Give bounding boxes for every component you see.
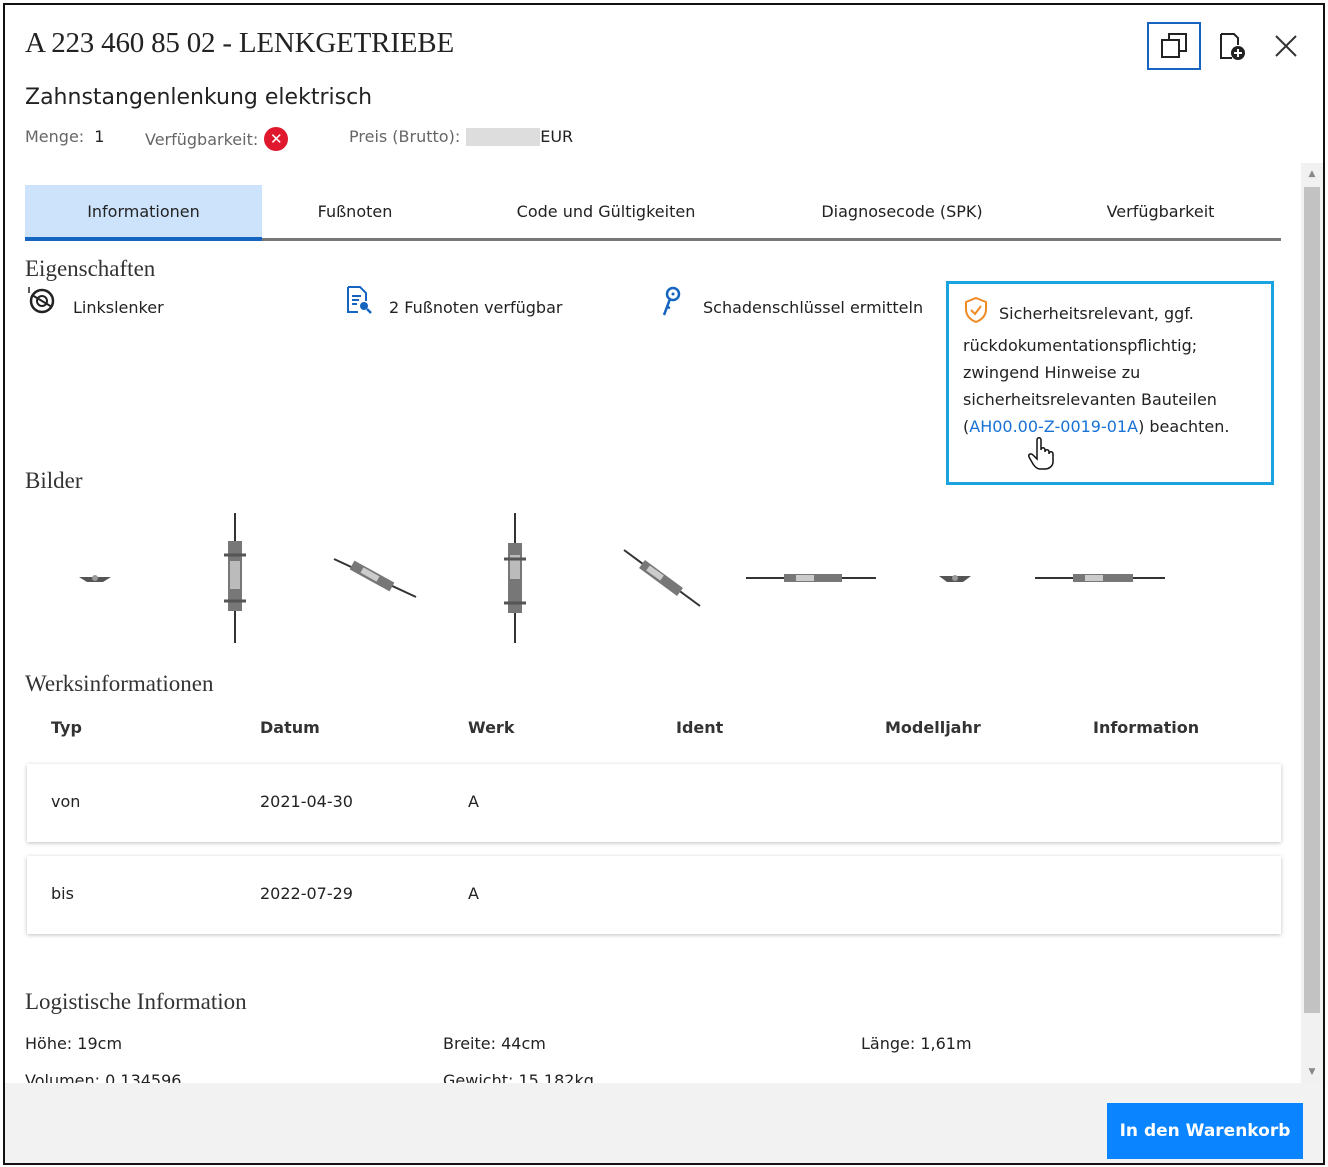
table-row: von 2021-04-30 A (27, 764, 1281, 842)
document-add-icon (1220, 33, 1245, 60)
cell-werk: A (468, 884, 479, 903)
works-table-header: Typ Datum Werk Ident Modelljahr Informat… (27, 718, 1281, 748)
tab-verfuegbarkeit[interactable]: Verfügbarkeit (1040, 185, 1281, 238)
column-header: Information (1093, 718, 1200, 737)
logistics-weight: Gewicht: 15.182kg (443, 1071, 594, 1083)
part-image-1[interactable] (25, 508, 165, 648)
tab-bar: Informationen Fußnoten Code und Gültigke… (25, 185, 1281, 241)
logistics-length: Länge: 1,61m (861, 1034, 972, 1053)
window-restore-button[interactable] (1147, 22, 1201, 70)
cell-datum: 2021-04-30 (260, 792, 353, 811)
part-image-6[interactable] (741, 508, 881, 648)
close-button[interactable] (1259, 22, 1313, 70)
part-image-4[interactable] (445, 508, 585, 648)
unavailable-icon: ✕ (264, 127, 289, 151)
cell-werk: A (468, 792, 479, 811)
dialog-content: Informationen Fußnoten Code und Gültigke… (5, 163, 1301, 1083)
quantity-value: 1 (94, 127, 105, 146)
price-label: Preis (Brutto): (349, 127, 461, 146)
image-gallery (25, 508, 1285, 648)
tab-code-gueltigkeiten[interactable]: Code und Gültigkeiten (448, 185, 764, 238)
safety-document-link[interactable]: AH00.00-Z-0019-01A (969, 417, 1138, 436)
cell-typ: von (51, 792, 81, 811)
tab-fussnoten[interactable]: Fußnoten (262, 185, 448, 238)
cell-typ: bis (51, 884, 74, 903)
works-table: Typ Datum Werk Ident Modelljahr Informat… (27, 718, 1281, 934)
add-to-document-button[interactable] (1205, 22, 1259, 70)
add-to-cart-button[interactable]: In den Warenkorb (1107, 1103, 1303, 1159)
safety-notice: Sicherheitsrelevant, ggf. rückdokumentat… (946, 281, 1274, 485)
logistics-volume: Volumen: 0.134596 (25, 1071, 182, 1083)
part-subtitle: Zahnstangenlenkung elektrisch (25, 85, 373, 110)
scrollbar-thumb[interactable] (1304, 187, 1320, 1013)
dialog-footer: In den Warenkorb (5, 1083, 1323, 1163)
scroll-up-icon[interactable]: ▲ (1301, 165, 1323, 183)
scroll-down-icon[interactable]: ▼ (1301, 1063, 1323, 1081)
logistics-height: Höhe: 19cm (25, 1034, 123, 1053)
column-header: Werk (468, 718, 515, 737)
dialog-title: A 223 460 85 02 - LENKGETRIEBE (25, 27, 454, 59)
column-header: Modelljahr (885, 718, 981, 737)
quantity-label: Menge: (25, 127, 85, 146)
properties-title: Eigenschaften (25, 256, 156, 281)
part-image-3[interactable] (305, 508, 445, 648)
part-image-8[interactable] (1025, 508, 1175, 648)
steering-wheel-icon (25, 285, 57, 317)
tab-informationen[interactable]: Informationen (25, 185, 262, 241)
property-damage-key[interactable]: Schadenschlüssel ermitteln (655, 286, 924, 317)
part-image-7[interactable] (905, 508, 1005, 648)
price: Preis (Brutto): EUR (349, 127, 573, 146)
vertical-scrollbar[interactable]: ▲ ▼ (1301, 163, 1323, 1083)
cell-datum: 2022-07-29 (260, 884, 353, 903)
quantity: Menge: 1 (25, 127, 104, 146)
property-footnotes[interactable]: 2 Fußnoten verfügbar (343, 285, 563, 317)
part-image-5[interactable] (585, 508, 745, 648)
works-title: Werksinformationen (25, 671, 214, 696)
shield-check-icon (963, 296, 989, 332)
availability: Verfügbarkeit: ✕ (145, 127, 289, 151)
images-title: Bilder (25, 468, 83, 493)
property-linkslenker: Linkslenker (25, 286, 164, 317)
tab-diagnosecode[interactable]: Diagnosecode (SPK) (764, 185, 1040, 238)
table-row: bis 2022-07-29 A (27, 856, 1281, 934)
hand-pointer-icon (1028, 437, 1054, 470)
safety-text-end: ) beachten. (1138, 417, 1230, 436)
document-search-icon (343, 285, 375, 317)
price-masked (466, 127, 541, 146)
close-icon (1275, 35, 1297, 57)
key-icon (655, 285, 687, 317)
property-label: 2 Fußnoten verfügbar (389, 298, 563, 317)
window-restore-icon (1161, 33, 1187, 58)
availability-label: Verfügbarkeit: (145, 129, 259, 149)
property-label: Schadenschlüssel ermitteln (703, 298, 924, 317)
column-header: Ident (676, 718, 724, 737)
logistics-width: Breite: 44cm (443, 1034, 546, 1053)
part-detail-dialog: A 223 460 85 02 - LENKGETRIEBE Zahnstang… (3, 3, 1325, 1165)
price-currency: EUR (540, 127, 574, 146)
property-label: Linkslenker (73, 298, 164, 317)
column-header: Datum (260, 718, 320, 737)
column-header: Typ (51, 718, 82, 737)
logistics-title: Logistische Information (25, 989, 247, 1014)
part-image-2[interactable] (165, 508, 305, 648)
